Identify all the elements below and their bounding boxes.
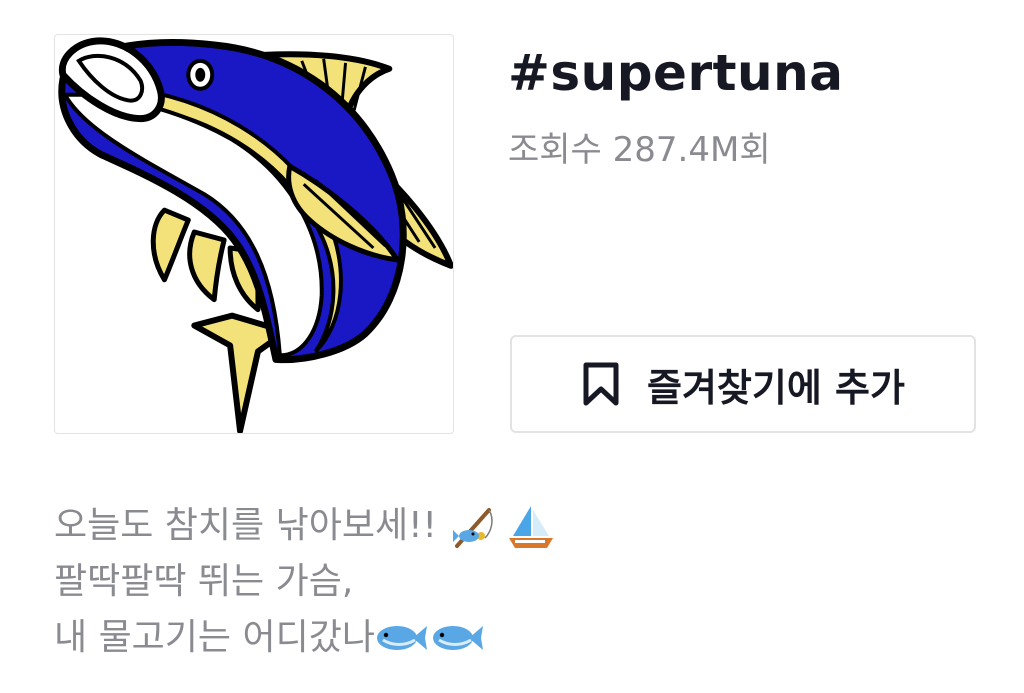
add-to-favorites-label: 즐겨찾기에 추가 [647,365,905,410]
hashtag-info: #supertuna 조회수 287.4M회 [508,34,988,174]
fish-emoji [431,618,483,658]
tuna-illustration [58,37,453,433]
add-to-favorites-button[interactable]: 즐겨찾기에 추가 [510,335,976,433]
fishing-pole-emoji [451,502,499,550]
sailboat-emoji [505,502,557,550]
view-count: 조회수 287.4M회 [508,130,771,170]
description-line: 오늘도 참치를 낚아보세!! [54,498,994,554]
description-line: 팔딱팔딱 뛰는 가슴, [54,554,994,610]
description-text: 팔딱팔딱 뛰는 가슴, [54,561,354,602]
hashtag-cover-image [54,34,454,434]
bookmark-icon [583,362,619,406]
fish-emoji [375,618,427,658]
description-line: 내 물고기는 어디갔나 [54,610,994,666]
hashtag-description: 오늘도 참치를 낚아보세!! 팔딱팔딱 뛰는 가슴, 내 물고기는 어디갔나 [54,498,994,666]
description-text: 내 물고기는 어디갔나 [54,617,375,658]
description-text: 오늘도 참치를 낚아보세!! [54,505,437,546]
hashtag-title: #supertuna [508,44,844,102]
